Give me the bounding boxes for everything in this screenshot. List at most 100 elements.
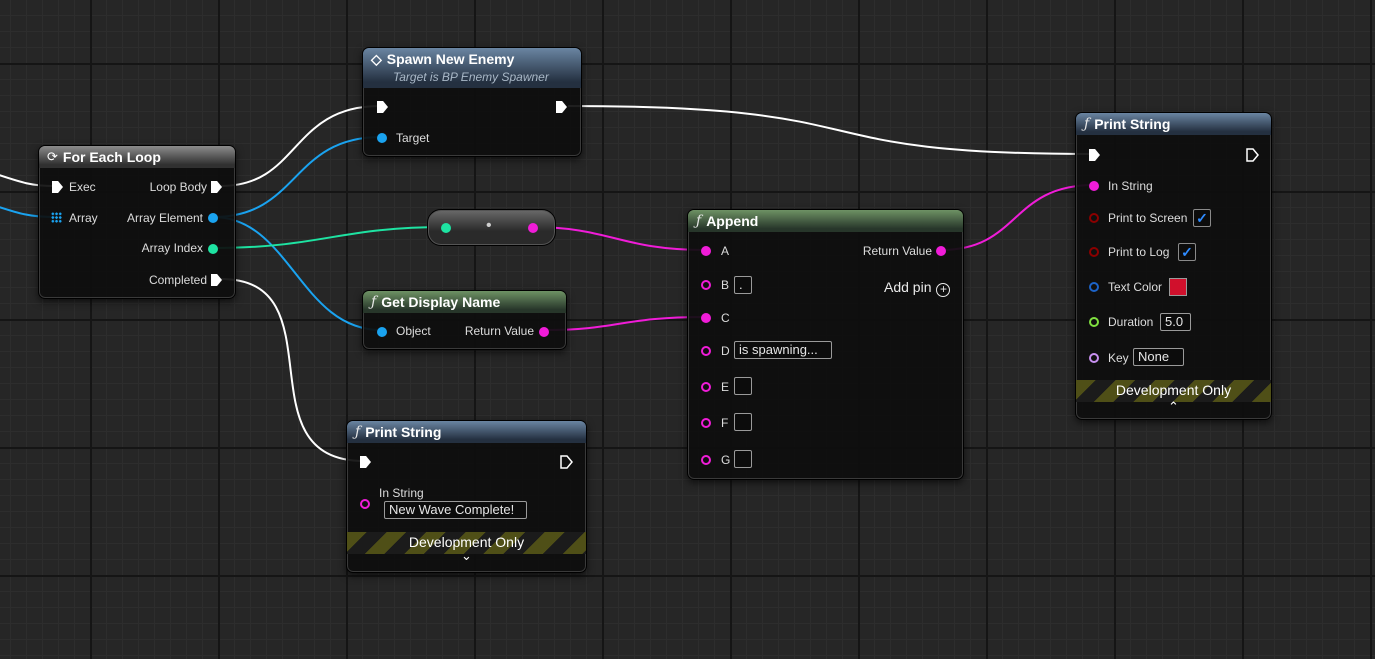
array-index-pin[interactable]: [208, 244, 218, 254]
add-pin-label: Add pin: [884, 279, 932, 295]
get-display-name-header[interactable]: ƒ Get Display Name: [363, 291, 566, 313]
completed-label: Completed: [148, 273, 207, 287]
print-string-header[interactable]: ƒ Print String: [347, 421, 586, 443]
label-b: B: [721, 278, 730, 292]
development-only-label: Development Only: [1115, 382, 1232, 398]
print-string-node-right[interactable]: ƒ Print String In String Print to Screen…: [1075, 112, 1272, 420]
wire-element-to-object: [212, 216, 382, 331]
conversion-node[interactable]: •: [427, 209, 556, 246]
pin-f[interactable]: [701, 418, 711, 428]
key-label: Key: [1108, 351, 1129, 365]
label-g: G: [721, 453, 731, 467]
exec-out-pin[interactable]: [1246, 148, 1259, 162]
plus-circle-icon: +: [936, 283, 951, 297]
pin-d[interactable]: [701, 346, 711, 356]
wire-reroute-to-append-a: [531, 226, 706, 251]
object-pin[interactable]: [377, 327, 387, 337]
spawn-new-enemy-header[interactable]: ◇ Spawn New Enemy Target is BP Enemy Spa…: [363, 48, 581, 88]
completed-exec-pin[interactable]: [211, 274, 222, 286]
for-each-loop-node[interactable]: ⟳ For Each Loop Exec Array Loop Body Arr…: [38, 145, 236, 299]
duration-input[interactable]: 5.0: [1160, 313, 1191, 331]
exec-outline-icon: [560, 455, 573, 469]
text-color-swatch[interactable]: [1169, 278, 1187, 296]
text-color-pin[interactable]: [1089, 282, 1099, 292]
label-a: A: [721, 244, 730, 258]
append-header[interactable]: ƒ Append: [688, 210, 963, 232]
in-string-label: In String: [379, 486, 424, 500]
add-pin-button[interactable]: Add pin +: [884, 279, 951, 297]
wire-displayname-to-append-c: [543, 316, 706, 331]
node-title: Spawn New Enemy: [386, 51, 515, 67]
input-b[interactable]: .: [734, 276, 752, 294]
label-e: E: [721, 380, 730, 394]
print-to-log-checkbox[interactable]: ✓: [1178, 243, 1196, 261]
duration-pin[interactable]: [1089, 317, 1099, 327]
target-label: Target: [396, 131, 430, 145]
node-title: Print String: [1094, 116, 1171, 132]
function-icon: ƒ: [371, 294, 377, 310]
pin-a[interactable]: [701, 246, 711, 256]
for-each-loop-header[interactable]: ⟳ For Each Loop: [39, 146, 235, 168]
array-grid-icon[interactable]: [51, 212, 62, 223]
target-pin[interactable]: [377, 133, 387, 143]
print-to-log-pin[interactable]: [1089, 247, 1099, 257]
node-title: For Each Loop: [62, 149, 161, 165]
collapse-chevron-icon[interactable]: ⌃: [1076, 400, 1271, 413]
wire-completed-to-print: [220, 278, 365, 462]
conversion-in-pin[interactable]: [441, 223, 451, 233]
print-string-header[interactable]: ƒ Print String: [1076, 113, 1271, 135]
wire-loopbody-to-spawn: [220, 105, 381, 187]
text-color-label: Text Color: [1108, 280, 1163, 294]
label-d: D: [721, 344, 730, 358]
node-title: Print String: [365, 424, 442, 440]
print-to-log-label: Print to Log: [1108, 245, 1170, 259]
loop-body-label: Loop Body: [149, 180, 207, 194]
print-to-screen-pin[interactable]: [1089, 213, 1099, 223]
exec-in-pin[interactable]: [1089, 149, 1100, 161]
function-icon: ƒ: [696, 213, 702, 229]
pin-e[interactable]: [701, 382, 711, 392]
expand-chevron-icon[interactable]: ⌄: [347, 549, 586, 562]
get-display-name-node[interactable]: ƒ Get Display Name Object Return Value: [362, 290, 567, 350]
pin-c[interactable]: [701, 313, 711, 323]
return-value-label: Return Value: [862, 244, 932, 258]
return-value-pin[interactable]: [936, 246, 946, 256]
input-d[interactable]: is spawning...: [734, 341, 832, 359]
return-value-label: Return Value: [464, 324, 534, 338]
print-string-node-bottom[interactable]: ƒ Print String In String New Wave Comple…: [346, 420, 587, 573]
array-element-pin[interactable]: [208, 213, 218, 223]
node-title: Append: [706, 213, 759, 229]
conversion-out-pin[interactable]: [528, 223, 538, 233]
label-c: C: [721, 311, 730, 325]
loop-icon: ⟳: [47, 149, 58, 164]
exec-label: Exec: [69, 180, 96, 194]
pin-b[interactable]: [701, 280, 711, 290]
pin-g[interactable]: [701, 455, 711, 465]
array-element-label: Array Element: [126, 211, 203, 225]
return-value-pin[interactable]: [539, 327, 549, 337]
label-f: F: [721, 416, 729, 430]
input-g[interactable]: [734, 450, 752, 468]
print-to-screen-label: Print to Screen: [1108, 211, 1188, 225]
key-input[interactable]: None: [1133, 348, 1184, 366]
exec-out-pin[interactable]: [560, 455, 573, 469]
append-node[interactable]: ƒ Append A Return Value B . Add pin + C D…: [687, 209, 964, 480]
in-string-pin[interactable]: [360, 499, 370, 509]
exec-out-pin[interactable]: [556, 101, 567, 113]
input-f[interactable]: [734, 413, 752, 431]
in-string-input[interactable]: New Wave Complete!: [384, 501, 527, 519]
exec-in-pin[interactable]: [52, 181, 63, 193]
loop-body-exec-pin[interactable]: [211, 181, 222, 193]
print-to-screen-checkbox[interactable]: ✓: [1193, 209, 1211, 227]
event-diamond-icon: ◇: [371, 51, 382, 67]
wire-spawn-to-print-right: [567, 105, 1094, 155]
node-title: Get Display Name: [381, 294, 501, 310]
exec-in-pin[interactable]: [360, 456, 371, 468]
exec-in-pin[interactable]: [377, 101, 388, 113]
function-icon: ƒ: [355, 424, 361, 440]
spawn-new-enemy-node[interactable]: ◇ Spawn New Enemy Target is BP Enemy Spa…: [362, 47, 582, 157]
node-subtitle: Target is BP Enemy Spawner: [393, 70, 549, 84]
key-pin[interactable]: [1089, 353, 1099, 363]
in-string-pin[interactable]: [1089, 181, 1099, 191]
input-e[interactable]: [734, 377, 752, 395]
